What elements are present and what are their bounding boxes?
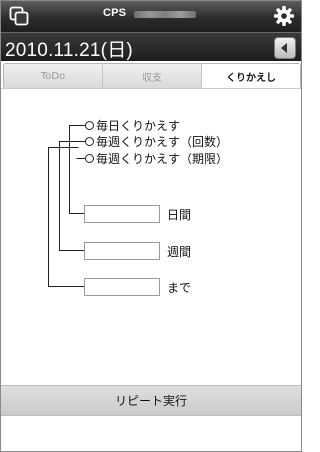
until-date-input[interactable] — [84, 278, 160, 296]
option-daily[interactable]: 毎日くりかえす — [85, 117, 180, 133]
weeks-input[interactable] — [84, 242, 160, 260]
execute-repeat-button[interactable]: リピート実行 — [1, 385, 301, 416]
option-weekly-count[interactable]: 毎週くりかえす（回数） — [85, 133, 228, 149]
radio-icon[interactable] — [85, 120, 94, 130]
option-label: 毎日くりかえす — [96, 118, 181, 133]
radio-icon[interactable] — [85, 136, 94, 146]
option-label: 毎週くりかえす（回数） — [96, 134, 229, 149]
days-label: 日間 — [167, 208, 192, 222]
weeks-label: 週間 — [167, 245, 192, 259]
until-label: まで — [167, 281, 192, 295]
app-frame: CPS 2010.11.21(日) ToDo 収支 くりかえし 毎日くりかえす … — [0, 0, 302, 452]
radio-icon[interactable] — [85, 153, 94, 163]
connector-lines — [48, 125, 87, 287]
days-input[interactable] — [84, 205, 160, 223]
option-weekly-until[interactable]: 毎週くりかえす（期限） — [85, 150, 228, 166]
option-label: 毎週くりかえす（期限） — [96, 151, 229, 166]
